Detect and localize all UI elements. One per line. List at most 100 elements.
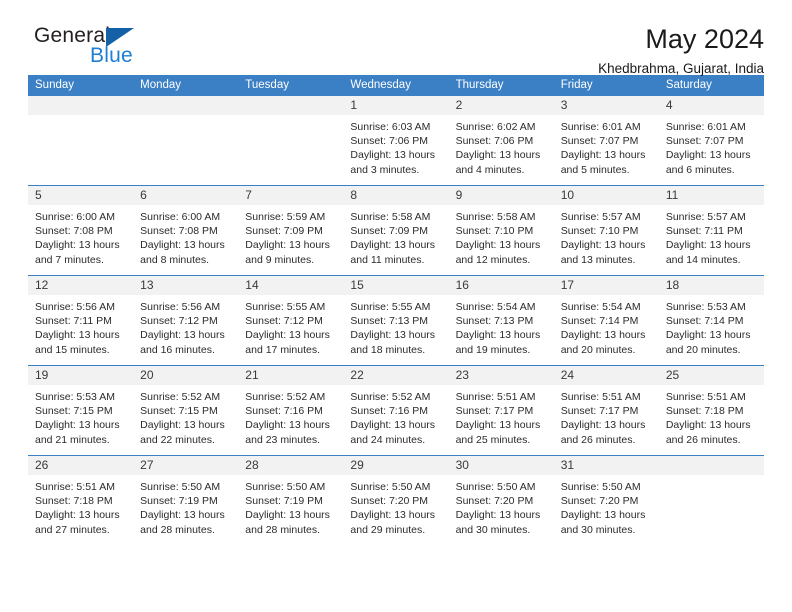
day-detail-line: and 22 minutes. <box>140 433 215 446</box>
day-number: 30 <box>455 458 469 472</box>
day-number: 8 <box>350 188 358 202</box>
day-cell-27[interactable]: 27 Sunrise: 5:50 AM Sunset: 7:19 PM Dayligh… <box>133 456 239 545</box>
day-cell-11[interactable]: 11 Sunrise: 5:57 AM Sunset: 7:11 PM Dayligh… <box>658 186 764 275</box>
day-number: 20 <box>140 368 154 382</box>
day-number-band: 31 <box>553 456 659 475</box>
day-details: Sunrise: 5:56 AM Sunset: 7:12 PM Daylight:… <box>133 295 234 357</box>
day-details: Sunrise: 5:52 AM Sunset: 7:16 PM Daylight:… <box>238 385 339 447</box>
day-cell-3[interactable]: 3 Sunrise: 6:01 AM Sunset: 7:07 PM Daylight… <box>553 96 659 185</box>
day-cell-1[interactable]: 1 Sunrise: 6:03 AM Sunset: 7:06 PM Daylight… <box>343 96 449 185</box>
day-detail-line: Sunset: 7:18 PM <box>665 405 744 418</box>
day-cell-20[interactable]: 20 Sunrise: 5:52 AM Sunset: 7:15 PM Dayligh… <box>133 366 239 455</box>
day-number: 12 <box>35 278 49 292</box>
day-cell-15[interactable]: 15 Sunrise: 5:55 AM Sunset: 7:13 PM Dayligh… <box>343 276 449 365</box>
day-number-band: 3 <box>553 96 659 115</box>
day-details: Sunrise: 5:50 AM Sunset: 7:19 PM Daylight:… <box>238 475 339 537</box>
day-details: Sunrise: 6:01 AM Sunset: 7:07 PM Daylight:… <box>659 115 760 177</box>
day-cell-18[interactable]: 18 Sunrise: 5:53 AM Sunset: 7:14 PM Dayligh… <box>658 276 764 365</box>
generalblue-logo[interactable]: General Blue <box>28 22 168 74</box>
day-cell-23[interactable]: 23 Sunrise: 5:51 AM Sunset: 7:17 PM Dayligh… <box>448 366 554 455</box>
day-details <box>133 115 234 120</box>
weekday-header-friday: Friday <box>560 79 593 91</box>
day-detail-line: Sunrise: 5:51 AM <box>665 391 746 403</box>
day-cell-24[interactable]: 24 Sunrise: 5:51 AM Sunset: 7:17 PM Dayligh… <box>553 366 659 455</box>
day-detail-line: Sunrise: 5:51 AM <box>560 391 641 403</box>
day-detail-line: Daylight: 13 hours <box>455 329 541 342</box>
day-cell-4[interactable]: 4 Sunrise: 6:01 AM Sunset: 7:07 PM Daylight… <box>658 96 764 185</box>
day-details: Sunrise: 5:52 AM Sunset: 7:15 PM Daylight:… <box>133 385 234 447</box>
day-number-band: 20 <box>133 366 239 385</box>
page-title: May 2024 <box>645 24 764 54</box>
day-detail-line: Sunrise: 5:58 AM <box>455 211 536 223</box>
day-detail-line: Sunset: 7:07 PM <box>560 135 639 148</box>
day-detail-line: Sunset: 7:20 PM <box>455 495 534 508</box>
day-number: 28 <box>245 458 259 472</box>
day-details: Sunrise: 6:01 AM Sunset: 7:07 PM Daylight:… <box>554 115 655 177</box>
day-detail-line: Sunset: 7:10 PM <box>560 225 639 238</box>
day-detail-line: Sunset: 7:19 PM <box>140 495 218 508</box>
day-cell-25[interactable]: 25 Sunrise: 5:51 AM Sunset: 7:18 PM Dayligh… <box>658 366 764 455</box>
day-detail-line: Sunrise: 5:58 AM <box>350 211 431 223</box>
day-number: 3 <box>560 98 568 112</box>
day-detail-line: Sunset: 7:13 PM <box>455 315 534 328</box>
day-cell-2[interactable]: 2 Sunrise: 6:02 AM Sunset: 7:06 PM Daylight… <box>448 96 554 185</box>
day-number: 22 <box>350 368 364 382</box>
day-detail-line: Daylight: 13 hours <box>350 239 436 252</box>
day-cell-28[interactable]: 28 Sunrise: 5:50 AM Sunset: 7:19 PM Dayligh… <box>238 456 344 545</box>
day-number: 15 <box>350 278 364 292</box>
day-cell-30[interactable]: 30 Sunrise: 5:50 AM Sunset: 7:20 PM Dayligh… <box>448 456 554 545</box>
day-detail-line: Sunset: 7:07 PM <box>665 135 744 148</box>
day-cell-22[interactable]: 22 Sunrise: 5:52 AM Sunset: 7:16 PM Dayligh… <box>343 366 449 455</box>
day-cell-10[interactable]: 10 Sunrise: 5:57 AM Sunset: 7:10 PM Dayligh… <box>553 186 659 275</box>
day-detail-line: Daylight: 13 hours <box>140 419 225 432</box>
day-detail-line: Sunrise: 5:52 AM <box>140 391 221 403</box>
day-detail-line: Sunset: 7:12 PM <box>140 315 218 328</box>
day-cell-6[interactable]: 6 Sunrise: 6:00 AM Sunset: 7:08 PM Daylight… <box>133 186 239 275</box>
weekday-header-saturday: Saturday <box>665 79 712 91</box>
day-cell-8[interactable]: 8 Sunrise: 5:58 AM Sunset: 7:09 PM Daylight… <box>343 186 449 275</box>
weekday-header-sunday: Sunday <box>35 79 75 91</box>
day-number: 9 <box>455 188 463 202</box>
day-cell-12[interactable]: 12 Sunrise: 5:56 AM Sunset: 7:11 PM Dayligh… <box>28 276 134 365</box>
day-cell-14[interactable]: 14 Sunrise: 5:55 AM Sunset: 7:12 PM Dayligh… <box>238 276 344 365</box>
day-details: Sunrise: 5:51 AM Sunset: 7:18 PM Daylight:… <box>28 475 129 537</box>
day-number: 29 <box>350 458 364 472</box>
day-detail-line: Daylight: 13 hours <box>455 149 541 162</box>
day-detail-line: Daylight: 13 hours <box>455 419 541 432</box>
day-number: 18 <box>665 278 680 292</box>
day-detail-line: Sunrise: 5:52 AM <box>245 391 326 403</box>
day-detail-line: Sunset: 7:08 PM <box>140 225 218 238</box>
day-cell-19[interactable]: 19 Sunrise: 5:53 AM Sunset: 7:15 PM Dayligh… <box>28 366 134 455</box>
day-details: Sunrise: 5:57 AM Sunset: 7:10 PM Daylight:… <box>554 205 655 267</box>
day-detail-line: and 12 minutes. <box>455 253 531 266</box>
day-number: 23 <box>455 368 469 382</box>
day-details: Sunrise: 6:00 AM Sunset: 7:08 PM Daylight:… <box>133 205 234 267</box>
day-detail-line: Daylight: 13 hours <box>140 329 225 342</box>
day-detail-line: Sunrise: 5:52 AM <box>350 391 431 403</box>
day-detail-line: Sunset: 7:14 PM <box>665 315 744 328</box>
day-cell-9[interactable]: 9 Sunrise: 5:58 AM Sunset: 7:10 PM Daylight… <box>448 186 554 275</box>
day-cell-31[interactable]: 31 Sunrise: 5:50 AM Sunset: 7:20 PM Dayligh… <box>553 456 659 545</box>
day-cell-26[interactable]: 26 Sunrise: 5:51 AM Sunset: 7:18 PM Dayligh… <box>28 456 134 545</box>
day-detail-line: Sunset: 7:20 PM <box>560 495 639 508</box>
day-cell-17[interactable]: 17 Sunrise: 5:54 AM Sunset: 7:14 PM Dayligh… <box>553 276 659 365</box>
day-details: Sunrise: 6:00 AM Sunset: 7:08 PM Daylight:… <box>28 205 129 267</box>
day-detail-line: Sunset: 7:14 PM <box>560 315 639 328</box>
day-detail-line: Sunrise: 5:56 AM <box>140 301 221 313</box>
day-cell-16[interactable]: 16 Sunrise: 5:54 AM Sunset: 7:13 PM Dayligh… <box>448 276 554 365</box>
day-cell-7[interactable]: 7 Sunrise: 5:59 AM Sunset: 7:09 PM Daylight… <box>238 186 344 275</box>
day-cell-29[interactable]: 29 Sunrise: 5:50 AM Sunset: 7:20 PM Dayligh… <box>343 456 449 545</box>
day-number-band: 27 <box>133 456 239 475</box>
day-detail-line: Daylight: 13 hours <box>665 329 751 342</box>
day-cell-5[interactable]: 5 Sunrise: 6:00 AM Sunset: 7:08 PM Daylight… <box>28 186 134 275</box>
day-cell-13[interactable]: 13 Sunrise: 5:56 AM Sunset: 7:12 PM Dayligh… <box>133 276 239 365</box>
day-detail-line: Sunrise: 6:01 AM <box>560 121 641 133</box>
day-detail-line: Daylight: 13 hours <box>35 419 120 432</box>
day-details: Sunrise: 5:59 AM Sunset: 7:09 PM Daylight:… <box>238 205 339 267</box>
day-cell-21[interactable]: 21 Sunrise: 5:52 AM Sunset: 7:16 PM Dayligh… <box>238 366 344 455</box>
day-detail-line: and 26 minutes. <box>665 433 741 446</box>
day-details: Sunrise: 6:03 AM Sunset: 7:06 PM Daylight:… <box>343 115 444 177</box>
calendar-week-row: 12 Sunrise: 5:56 AM Sunset: 7:11 PM Dayligh… <box>28 275 764 365</box>
day-details: Sunrise: 5:58 AM Sunset: 7:09 PM Daylight:… <box>343 205 444 267</box>
day-details: Sunrise: 5:57 AM Sunset: 7:11 PM Daylight:… <box>659 205 760 267</box>
